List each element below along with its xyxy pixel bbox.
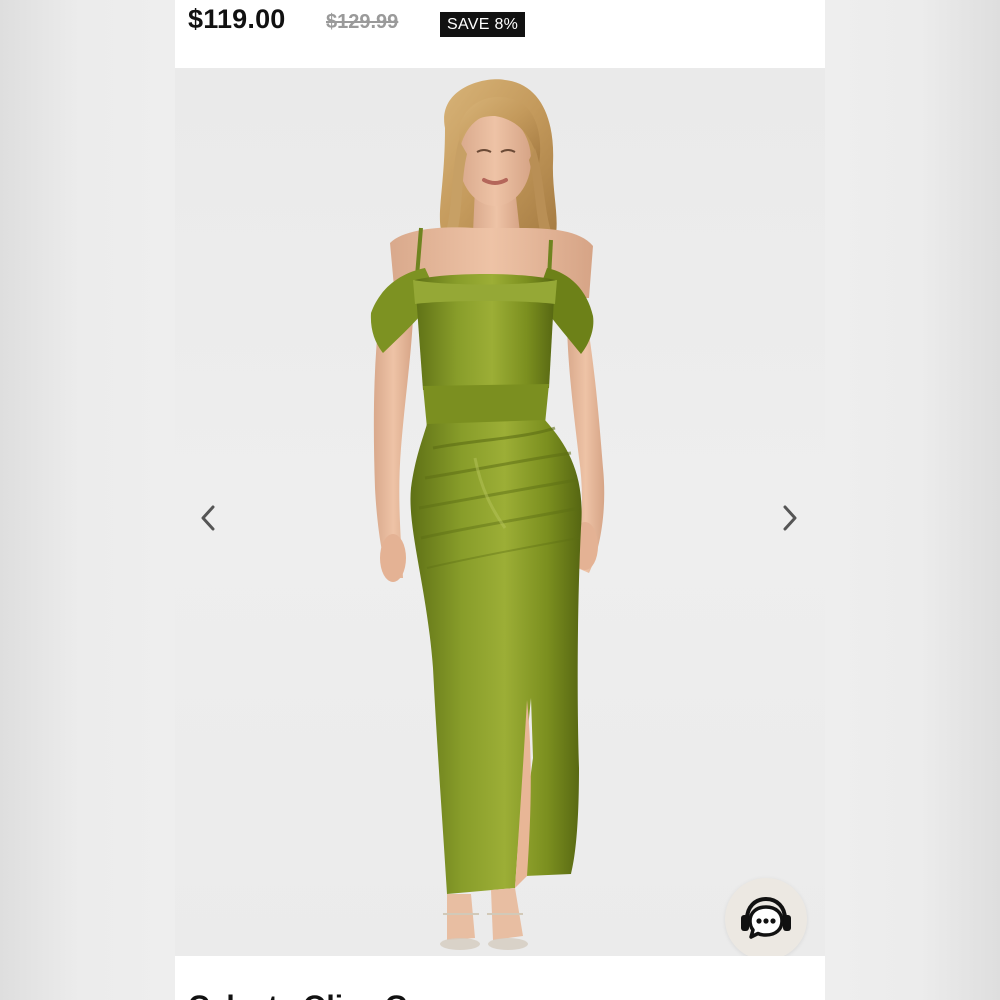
product-image-gallery[interactable] (175, 68, 825, 956)
price-bar: $119.00 $129.99 SAVE 8% (175, 0, 825, 68)
customer-support-chat-button[interactable] (725, 878, 807, 956)
mobile-product-page: $119.00 $129.99 SAVE 8% (175, 0, 825, 1000)
save-badge: SAVE 8% (440, 12, 526, 37)
gallery-prev-button[interactable] (193, 501, 223, 535)
headset-chat-icon (741, 896, 791, 939)
chevron-left-icon (201, 505, 215, 531)
product-title-area: Celesta Olive Gown (175, 956, 825, 1000)
current-price: $119.00 (188, 4, 286, 34)
gallery-next-button[interactable] (775, 501, 805, 535)
chevron-right-icon (783, 505, 797, 531)
product-title: Celesta Olive Gown (188, 990, 468, 1000)
original-price: $129.99 (326, 11, 399, 33)
product-image[interactable] (175, 68, 825, 956)
